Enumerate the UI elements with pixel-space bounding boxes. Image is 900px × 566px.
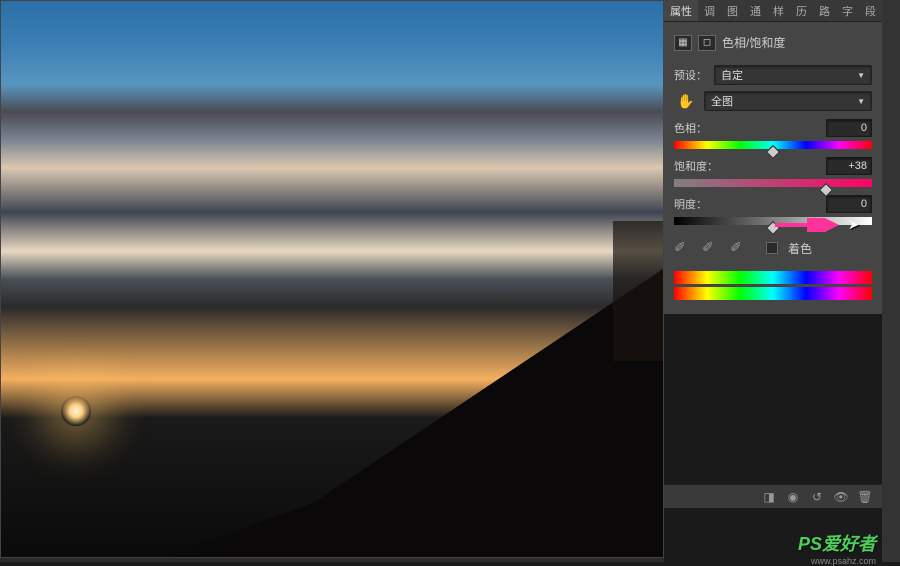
tab-styles[interactable]: 样 [767,0,790,21]
chevron-down-icon: ▼ [857,97,865,106]
view-previous-icon[interactable]: ◉ [782,488,804,506]
image-content-hill [163,197,663,557]
spectrum-input [674,271,872,284]
preset-dropdown[interactable]: 自定 ▼ [714,65,872,85]
hue-input[interactable] [826,119,872,137]
adjustment-title: 色相/饱和度 [722,34,785,51]
eyedropper-subtract-icon[interactable]: ✐ [730,239,748,257]
image-content-temple [613,221,663,361]
tab-paths[interactable]: 路 [813,0,836,21]
eyedropper-add-icon[interactable]: ✐ [702,239,720,257]
vertical-scrollbar[interactable] [882,0,900,562]
preset-value: 自定 [721,67,743,83]
image-canvas[interactable] [0,0,664,558]
clip-to-layer-icon[interactable]: ◨ [758,488,780,506]
image-content-sun [61,396,91,426]
reset-icon[interactable]: ↺ [806,488,828,506]
tab-paragraph[interactable]: 段 [859,0,882,21]
hue-slider[interactable] [674,141,872,149]
saturation-input[interactable] [826,157,872,175]
colorize-label: 着色 [788,240,812,257]
trash-icon[interactable]: 🗑 [854,488,876,506]
tab-layers[interactable]: 图 [721,0,744,21]
hand-scrubby-icon[interactable]: ✋ [674,91,698,111]
eyedropper-icon[interactable]: ✐ [674,239,692,257]
preset-row: 预设： 自定 ▼ [674,65,872,85]
adjustment-header: ▦ ◻ 色相/饱和度 [674,30,872,59]
watermark-url: www.psahz.com [811,556,876,566]
hue-label: 色相： [674,120,708,136]
tab-properties[interactable]: 属性 [664,0,698,21]
channel-row: ✋ 全图 ▼ [674,91,872,111]
lightness-slider[interactable] [674,217,872,225]
visibility-icon[interactable]: 👁 [830,488,852,506]
lightness-slider-group: 明度： [674,195,872,225]
lightness-label: 明度： [674,196,708,212]
tab-channels[interactable]: 通 [744,0,767,21]
lightness-slider-thumb[interactable] [766,221,780,235]
tab-history[interactable]: 历 [790,0,813,21]
colorize-checkbox[interactable] [766,242,778,254]
spectrum-output [674,287,872,300]
saturation-slider[interactable] [674,179,872,187]
mask-icon: ◻ [698,35,716,51]
properties-panel: 属性 调 图 通 样 历 路 字 段 ▦ ◻ 色相/饱和度 预设： 自定 ▼ ✋… [664,0,882,314]
channel-value: 全图 [711,93,733,109]
channel-dropdown[interactable]: 全图 ▼ [704,91,872,111]
watermark-logo: PS爱好者 [798,530,876,556]
panel-body: ▦ ◻ 色相/饱和度 预设： 自定 ▼ ✋ 全图 ▼ 色相： [664,22,882,314]
saturation-slider-group: 饱和度： [674,157,872,187]
adjustment-icon: ▦ [674,35,692,51]
lightness-input[interactable] [826,195,872,213]
tab-character[interactable]: 字 [836,0,859,21]
saturation-label: 饱和度： [674,158,718,174]
panel-footer: ◨ ◉ ↺ 👁 🗑 [664,484,882,508]
chevron-down-icon: ▼ [857,71,865,80]
spectrum-display [674,271,872,300]
eyedropper-row: ✐ ✐ ✐ 着色 [674,239,872,257]
hue-slider-group: 色相： [674,119,872,149]
horizontal-scrollbar[interactable] [0,558,664,562]
panel-tabs: 属性 调 图 通 样 历 路 字 段 [664,0,882,22]
tab-adjustments[interactable]: 调 [698,0,721,21]
preset-label: 预设： [674,67,708,83]
